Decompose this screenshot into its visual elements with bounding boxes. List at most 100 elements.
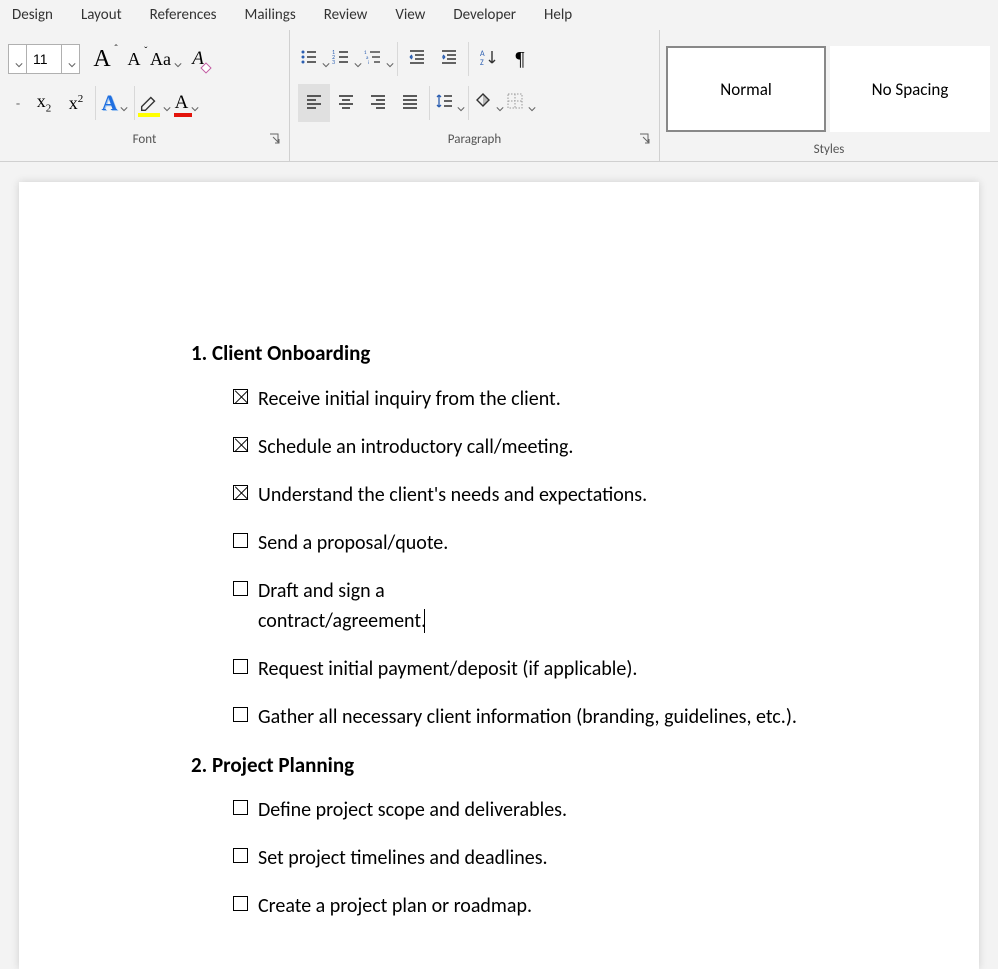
font-size-combo[interactable] (8, 44, 80, 74)
checklist-text[interactable]: Draft and sign a contract/agreement. (258, 576, 556, 636)
pilcrow-icon: ¶ (515, 48, 524, 71)
chevron-down-icon (163, 99, 171, 107)
increase-indent-icon (439, 47, 459, 72)
svg-text:i: i (368, 60, 369, 66)
font-size-input[interactable] (27, 51, 61, 67)
align-center-button[interactable] (330, 84, 362, 122)
tab-references[interactable]: References (150, 6, 217, 24)
checklist-item[interactable]: Schedule an introductory call/meeting. (233, 432, 979, 462)
decrease-indent-button[interactable] (401, 40, 433, 78)
chevron-down-icon (174, 55, 182, 63)
increase-font-size-button[interactable]: Aˆ (86, 40, 118, 78)
paragraph-dialog-launcher[interactable] (639, 133, 651, 145)
checkbox-icon[interactable] (233, 707, 248, 722)
strikethrough-hint[interactable]: - (8, 84, 28, 122)
borders-button[interactable] (504, 84, 536, 122)
numbering-button[interactable]: 123 (330, 40, 362, 78)
chevron-down-icon (191, 99, 199, 107)
section-heading[interactable]: 2. Project Planning (191, 750, 979, 782)
document-area: 1. Client Onboarding Receive initial inqu… (0, 162, 998, 969)
justify-icon (400, 91, 420, 116)
tab-view[interactable]: View (395, 6, 425, 24)
checkbox-icon[interactable] (233, 533, 248, 548)
sort-icon: AZ (478, 47, 498, 72)
checkbox-icon[interactable] (233, 485, 248, 500)
subscript-button[interactable]: x2 (28, 84, 60, 122)
checklist-item[interactable]: Understand the client's needs and expect… (233, 480, 979, 510)
tab-review[interactable]: Review (324, 6, 368, 24)
clear-format-icon: A (192, 48, 204, 70)
superscript-icon: x2 (69, 93, 84, 114)
checklist-text[interactable]: Create a project plan or roadmap. (258, 891, 532, 921)
checklist-item[interactable]: Define project scope and deliverables. (233, 795, 979, 825)
text-effects-icon: A (102, 90, 118, 116)
show-marks-button[interactable]: ¶ (504, 40, 536, 78)
checklist-text[interactable]: Schedule an introductory call/meeting. (258, 432, 573, 462)
decrease-font-icon: Aˇ (128, 49, 141, 70)
checklist-text[interactable]: Receive initial inquiry from the client. (258, 384, 561, 414)
tab-developer[interactable]: Developer (453, 6, 516, 24)
clear-formatting-button[interactable]: A (182, 40, 214, 78)
decrease-font-size-button[interactable]: Aˇ (118, 40, 150, 78)
checklist-text[interactable]: Define project scope and deliverables. (258, 795, 567, 825)
multilevel-icon: 1ai (363, 47, 383, 72)
chevron-down-icon (68, 55, 76, 63)
decrease-indent-icon (407, 47, 427, 72)
align-right-icon (368, 91, 388, 116)
checklist-text[interactable]: Gather all necessary client information … (258, 702, 797, 732)
font-color-icon: A (175, 92, 189, 114)
change-case-button[interactable]: Aa (150, 40, 182, 78)
document-page[interactable]: 1. Client Onboarding Receive initial inqu… (19, 182, 979, 969)
checkbox-icon[interactable] (233, 389, 248, 404)
chevron-down-icon (15, 55, 23, 63)
multilevel-list-button[interactable]: 1ai (362, 40, 394, 78)
checkbox-icon[interactable] (233, 659, 248, 674)
group-label-font: Font (4, 126, 285, 151)
checklist-text[interactable]: Send a proposal/quote. (258, 528, 448, 558)
checkbox-icon[interactable] (233, 581, 248, 596)
text-effects-button[interactable]: A (99, 84, 131, 122)
subscript-icon: x2 (37, 91, 52, 115)
checklist-text[interactable]: Understand the client's needs and expect… (258, 480, 647, 510)
checkbox-icon[interactable] (233, 896, 248, 911)
group-label-paragraph: Paragraph (294, 126, 655, 151)
checkbox-icon[interactable] (233, 800, 248, 815)
checklist-item[interactable]: Request initial payment/deposit (if appl… (233, 654, 979, 684)
font-color-button[interactable]: A (171, 84, 203, 122)
shading-icon (473, 91, 493, 116)
checklist-text[interactable]: Request initial payment/deposit (if appl… (258, 654, 637, 684)
tab-mailings[interactable]: Mailings (245, 6, 296, 24)
style-normal[interactable]: Normal (666, 46, 826, 132)
justify-button[interactable] (394, 84, 426, 122)
checklist-item[interactable]: Gather all necessary client information … (233, 702, 979, 732)
tab-layout[interactable]: Layout (81, 6, 122, 24)
borders-icon (505, 91, 525, 116)
checklist-item[interactable]: Create a project plan or roadmap. (233, 891, 979, 921)
chevron-down-icon (120, 99, 128, 107)
tab-design[interactable]: Design (12, 6, 53, 24)
checklist-item[interactable]: Set project timelines and deadlines. (233, 843, 979, 873)
chevron-down-icon (322, 55, 330, 63)
checklist-item[interactable]: Send a proposal/quote. (233, 528, 979, 558)
checkbox-icon[interactable] (233, 437, 248, 452)
section-heading[interactable]: 1. Client Onboarding (191, 338, 979, 370)
numbering-icon: 123 (331, 47, 351, 72)
checklist-text[interactable]: Set project timelines and deadlines. (258, 843, 548, 873)
align-right-button[interactable] (362, 84, 394, 122)
superscript-button[interactable]: x2 (60, 84, 92, 122)
ribbon: Aˆ Aˇ Aa A - x2 x2 A A Font 123 (0, 30, 998, 162)
font-dialog-launcher[interactable] (269, 133, 281, 145)
sort-button[interactable]: AZ (472, 40, 504, 78)
align-left-button[interactable] (298, 84, 330, 122)
align-center-icon (336, 91, 356, 116)
increase-indent-button[interactable] (433, 40, 465, 78)
line-spacing-button[interactable] (433, 84, 465, 122)
checklist-item[interactable]: Receive initial inquiry from the client. (233, 384, 979, 414)
tab-help[interactable]: Help (544, 6, 572, 24)
checkbox-icon[interactable] (233, 848, 248, 863)
style-no-spacing[interactable]: No Spacing (830, 46, 990, 132)
highlight-button[interactable] (138, 84, 171, 122)
shading-button[interactable] (472, 84, 504, 122)
checklist-item[interactable]: Draft and sign a contract/agreement. (233, 576, 979, 636)
bullets-button[interactable] (298, 40, 330, 78)
